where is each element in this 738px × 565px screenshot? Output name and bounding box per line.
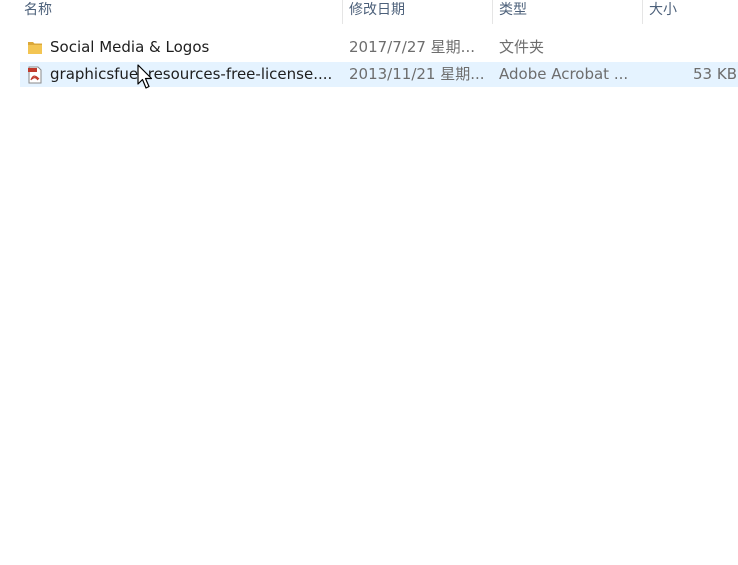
file-type: Adobe Acrobat ...	[499, 65, 629, 83]
pdf-file-icon	[28, 66, 42, 84]
file-name: graphicsfuel-resources-free-license....	[50, 65, 333, 83]
file-size: 53 KB	[693, 65, 737, 83]
file-size	[649, 35, 737, 60]
file-name: Social Media & Logos	[50, 38, 210, 56]
file-row-pdf[interactable]: graphicsfuel-resources-free-license.... …	[20, 62, 738, 87]
column-header-bar: 名称 修改日期 类型 大小	[0, 0, 738, 24]
folder-icon	[28, 42, 42, 54]
column-header-name[interactable]: 名称	[18, 0, 342, 24]
column-header-type[interactable]: 类型	[493, 0, 642, 24]
column-header-date[interactable]: 修改日期	[343, 0, 492, 24]
file-row-folder[interactable]: Social Media & Logos 2017/7/27 星期... 文件夹	[20, 35, 738, 60]
file-explorer-list: 名称 修改日期 类型 大小 Social Media & Logos 2017/…	[0, 0, 738, 565]
file-modified-date: 2013/11/21 星期...	[349, 65, 485, 83]
column-header-size[interactable]: 大小	[643, 0, 738, 24]
file-type: 文件夹	[499, 38, 545, 56]
file-modified-date: 2017/7/27 星期...	[349, 38, 475, 56]
